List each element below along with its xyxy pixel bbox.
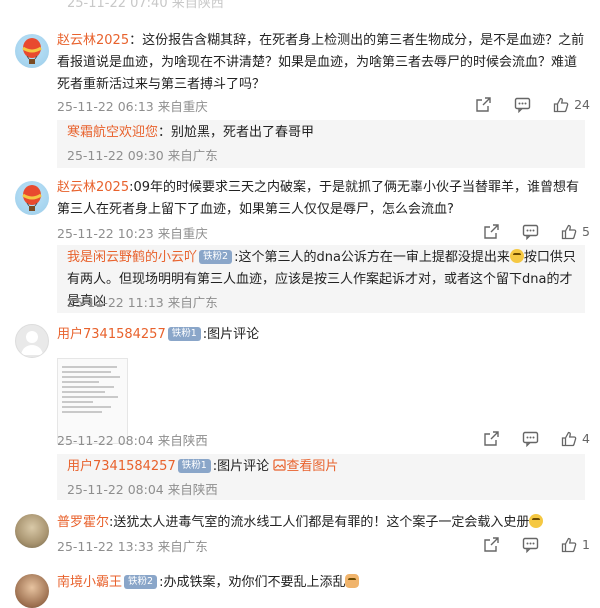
comment-meta: 25-11-22 10:23 来自重庆 bbox=[57, 226, 208, 241]
like-icon bbox=[561, 431, 577, 446]
avatar[interactable] bbox=[15, 574, 49, 608]
reply-username[interactable]: 用户7341584257 bbox=[67, 459, 176, 474]
comment-username[interactable]: 用户7341584257 bbox=[57, 327, 166, 342]
like-button[interactable]: 1 bbox=[561, 537, 590, 553]
reply-meta: 25-11-22 11:13 来自广东 bbox=[67, 295, 218, 310]
comment-icon[interactable] bbox=[522, 431, 539, 447]
comment-icon[interactable] bbox=[522, 224, 539, 240]
comment-actions: 24 bbox=[475, 96, 590, 113]
comment-actions: 5 bbox=[483, 223, 590, 240]
reply-box[interactable]: 用户7341584257 铁粉1:图片评论 查看图片 25-11-22 08:04… bbox=[57, 454, 585, 500]
fan-badge: 铁粉1 bbox=[177, 459, 211, 473]
like-button[interactable]: 5 bbox=[561, 224, 590, 240]
comment-meta: 25-11-22 13:33 来自广东 bbox=[57, 539, 208, 554]
like-count: 24 bbox=[574, 97, 590, 112]
comment-text: 赵云林2025：这份报告含糊其辞，在死者身上检测出的第三者生物成分，是不是血迹？… bbox=[57, 33, 585, 92]
share-icon[interactable] bbox=[483, 430, 500, 447]
view-image-link[interactable]: 查看图片 bbox=[273, 459, 338, 474]
fan-badge: 铁粉2 bbox=[124, 575, 158, 589]
like-count: 1 bbox=[582, 537, 590, 552]
comment-text: 赵云林2025:09年的时候要求三天之内破案，于是就抓了俩无辜小伙子当替罪羊，谁… bbox=[57, 180, 580, 217]
reply-meta: 25-11-22 09:30 来自广东 bbox=[67, 148, 218, 163]
comment-actions: 4 bbox=[483, 430, 590, 447]
fan-badge: 铁粉1 bbox=[167, 327, 201, 341]
share-icon[interactable] bbox=[483, 223, 500, 240]
comment-actions: 1 bbox=[483, 536, 590, 553]
image-icon bbox=[273, 459, 286, 471]
like-count: 5 bbox=[582, 224, 590, 239]
comment-username[interactable]: 南境小霸王 bbox=[57, 575, 122, 590]
reply-meta: 25-11-22 08:04 来自陕西 bbox=[67, 482, 218, 497]
fan-badge: 铁粉2 bbox=[199, 250, 233, 264]
comment-text: 用户7341584257 铁粉1:图片评论 bbox=[57, 327, 260, 342]
like-icon bbox=[561, 224, 577, 239]
comment-text: 普罗霍尔:送犹太人进毒气室的流水线工人们都是有罪的！这个案子一定会载入史册 bbox=[57, 512, 585, 534]
emoji-icon bbox=[345, 574, 360, 588]
reply-text: 用户7341584257 铁粉1:图片评论 查看图片 bbox=[67, 459, 339, 474]
reply-box[interactable]: 寒霜航空欢迎您：别尬黑，死者出了春哥甲 25-11-22 09:30 来自广东 bbox=[57, 120, 585, 168]
comment-icon[interactable] bbox=[514, 97, 531, 113]
avatar[interactable] bbox=[15, 34, 49, 68]
comment-icon[interactable] bbox=[522, 537, 539, 553]
reply-text: 寒霜航空欢迎您：别尬黑，死者出了春哥甲 bbox=[67, 125, 315, 140]
emoji-icon bbox=[509, 249, 524, 263]
like-icon bbox=[553, 97, 569, 112]
comment-username[interactable]: 赵云林2025 bbox=[57, 33, 129, 48]
avatar[interactable] bbox=[15, 514, 49, 548]
reply-username[interactable]: 我是闲云野鹤的小云吖 bbox=[67, 250, 197, 265]
like-count: 4 bbox=[582, 431, 590, 446]
avatar[interactable] bbox=[15, 324, 49, 358]
emoji-icon bbox=[529, 514, 544, 528]
like-button[interactable]: 24 bbox=[553, 97, 590, 113]
reply-username[interactable]: 寒霜航空欢迎您 bbox=[67, 125, 158, 140]
like-icon bbox=[561, 537, 577, 552]
comment-meta: 25-11-22 08:04 来自陕西 bbox=[57, 433, 208, 448]
comment-meta: 25-11-22 06:13 来自重庆 bbox=[57, 99, 208, 114]
share-icon[interactable] bbox=[483, 536, 500, 553]
comment-username[interactable]: 赵云林2025 bbox=[57, 180, 129, 195]
previous-comment-meta: 25-11-22 07:40 来自陕西 bbox=[67, 0, 224, 11]
comment-text: 南境小霸王 铁粉2:办成铁案，劝你们不要乱上添乱 bbox=[57, 572, 585, 594]
share-icon[interactable] bbox=[475, 96, 492, 113]
like-button[interactable]: 4 bbox=[561, 431, 590, 447]
avatar[interactable] bbox=[15, 181, 49, 215]
reply-box[interactable]: 我是闲云野鹤的小云吖 铁粉2:这个第三人的dna公诉方在一审上提都没提出来 按口供只… bbox=[57, 245, 585, 313]
comment-username[interactable]: 普罗霍尔 bbox=[57, 515, 109, 530]
